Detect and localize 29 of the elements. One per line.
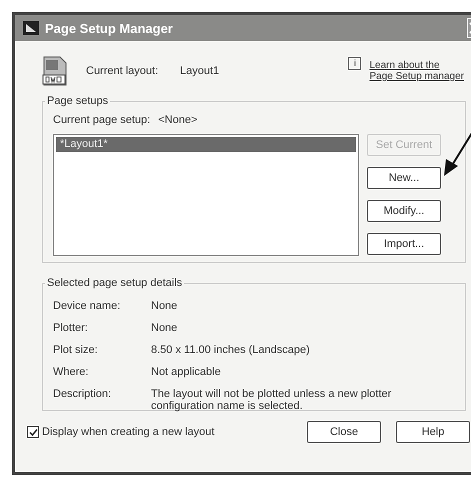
detail-label: Where: (53, 366, 90, 378)
dialog-button[interactable]: New... (367, 167, 441, 189)
detail-label: Description: (53, 388, 112, 402)
current-setup-value: <None> (158, 114, 198, 126)
window-title: Page Setup Manager (45, 20, 173, 36)
current-layout-value: Layout1 (180, 65, 220, 77)
current-layout-label: Current layout: (86, 65, 160, 77)
drawing-file-icon (42, 56, 68, 86)
list-item[interactable]: *Layout1* (56, 137, 356, 152)
detail-value: Not applicable (151, 366, 222, 378)
detail-value: None (151, 322, 178, 334)
dialog-button[interactable]: Help (396, 421, 470, 443)
dialog-button[interactable]: Modify... (367, 200, 441, 222)
detail-label: Plotter: (53, 322, 89, 334)
info-icon: i (348, 56, 362, 70)
current-setup-label: Current page setup: (53, 114, 150, 126)
detail-value: 8.50 x 11.00 inches (Landscape) (151, 344, 311, 356)
group-title: Selected page setup details (45, 277, 184, 289)
group-title: Page setups (45, 95, 110, 107)
dialog-button[interactable]: Close (307, 421, 381, 443)
help-link[interactable]: Learn about the Page Setup manager (369, 60, 464, 82)
detail-label: Plot size: (53, 344, 99, 356)
dialog-button[interactable]: Import... (367, 233, 441, 255)
detail-value: The layout will not be plotted unless a new plotter configuration name is selected. (151, 388, 392, 412)
checkbox[interactable] (27, 426, 39, 438)
app-icon (23, 21, 39, 35)
detail-label: Device name: (53, 300, 122, 312)
detail-value: None (151, 300, 178, 312)
checkbox-label: Display when creating a new layout (42, 426, 214, 438)
